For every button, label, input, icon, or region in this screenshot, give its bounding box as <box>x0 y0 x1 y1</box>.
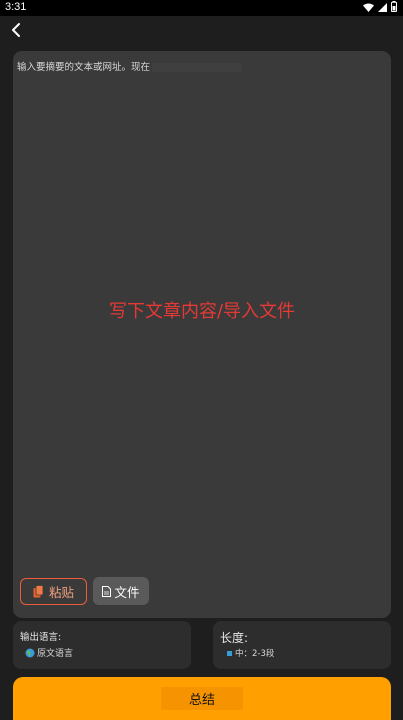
wifi-icon <box>363 2 374 15</box>
editor-hint: 写下文章内容/导入文件 <box>108 301 296 322</box>
output-language-text: 原文语言 <box>37 649 74 659</box>
status-bar: 3:31 <box>0 0 403 16</box>
length-text: 中：2-3段 <box>235 649 275 659</box>
paste-button[interactable]: 粘贴 <box>20 578 87 605</box>
summarize-label: 总结 <box>160 687 243 710</box>
output-language-selector[interactable]: 输出语言: 原文语言 <box>13 621 191 669</box>
length-value: 中：2-3段 <box>227 647 274 659</box>
back-button[interactable] <box>6 20 26 40</box>
summarize-button[interactable]: 总结 <box>13 677 391 720</box>
length-bar-icon <box>227 650 232 656</box>
status-time: 3:31 <box>5 1 27 13</box>
length-selector[interactable]: 长度: 中：2-3段 <box>213 621 391 669</box>
paste-label: 粘贴 <box>48 585 74 600</box>
editor-placeholder: 输入要摘要的文本或网址。现在 <box>17 59 243 73</box>
globe-icon <box>25 648 35 657</box>
battery-icon <box>391 1 397 15</box>
chevron-left-icon <box>12 23 20 37</box>
signal-icon <box>378 2 387 15</box>
output-language-label: 输出语言: <box>20 632 62 643</box>
length-label: 长度: <box>220 631 249 645</box>
clipboard-icon <box>33 585 44 598</box>
import-file-button[interactable]: 文件 <box>93 577 149 605</box>
status-icons <box>363 1 397 15</box>
file-label: 文件 <box>114 584 140 600</box>
placeholder-redaction <box>152 63 243 72</box>
output-language-value: 原文语言 <box>25 646 73 659</box>
editor-placeholder-text: 输入要摘要的文本或网址。现在 <box>17 62 151 73</box>
file-icon <box>102 585 112 597</box>
text-input-area[interactable]: 输入要摘要的文本或网址。现在 写下文章内容/导入文件 粘贴 文件 <box>13 51 391 618</box>
